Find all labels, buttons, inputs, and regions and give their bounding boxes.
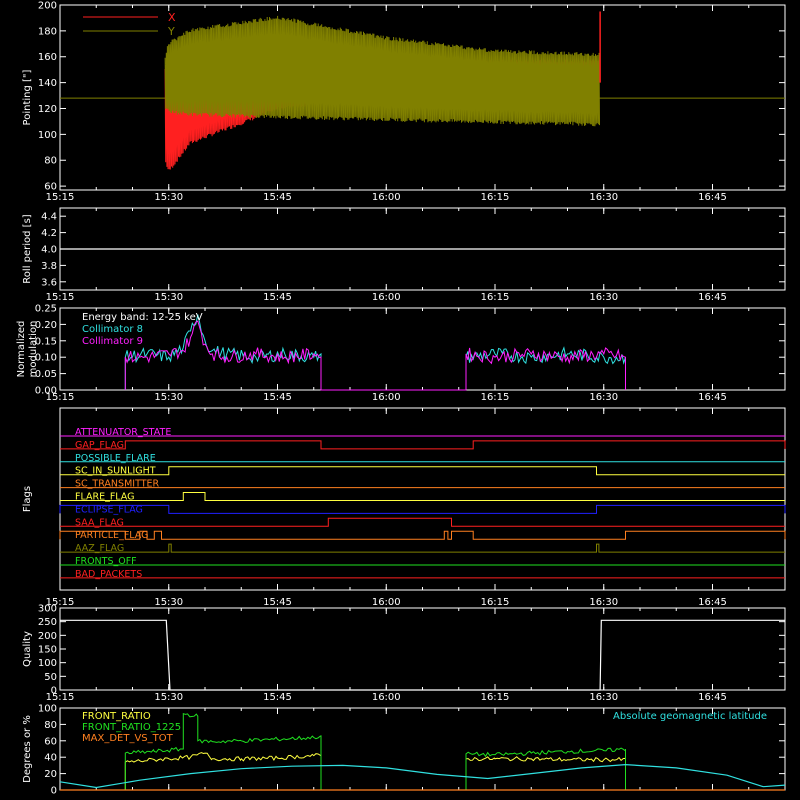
modulation-annotation: Energy band: 12-25 keV bbox=[82, 312, 203, 323]
modulation-xtick-label: 16:30 bbox=[589, 392, 618, 403]
flag-trace-saa-flag bbox=[60, 517, 785, 527]
flag-trace-eclipse-flag bbox=[59, 504, 786, 514]
quality-xtick-label: 16:15 bbox=[481, 692, 510, 703]
pointing-xtick-label: 15:45 bbox=[263, 192, 292, 203]
modulation-ytick-label: 0.25 bbox=[35, 304, 57, 315]
flags-xtick-label: 16:45 bbox=[698, 597, 727, 608]
quality-ytick-label: 250 bbox=[38, 617, 57, 628]
quality-ytick-label: 0 bbox=[51, 686, 57, 697]
roll_period-xtick-label: 16:30 bbox=[589, 292, 618, 303]
ratios-ylabel: Degrees or % bbox=[22, 715, 33, 783]
modulation-xtick-label: 16:15 bbox=[481, 392, 510, 403]
flag-trace-flare-flag bbox=[60, 492, 785, 501]
modulation-ylabel: Normalized bbox=[16, 321, 27, 378]
quality-ytick-label: 100 bbox=[38, 658, 57, 669]
roll_period-ytick-label: 4.4 bbox=[41, 212, 57, 223]
pointing-series-y bbox=[164, 15, 600, 127]
quality-ytick-label: 50 bbox=[44, 672, 57, 683]
pointing-ylabel: Pointing ["] bbox=[22, 69, 33, 125]
quality-series-quality bbox=[60, 619, 785, 691]
pointing-ytick-label: 180 bbox=[38, 26, 57, 37]
flag-trace-particle-flag bbox=[59, 530, 786, 540]
pointing-xtick-label: 16:15 bbox=[481, 192, 510, 203]
ratios-ytick-label: 60 bbox=[44, 736, 57, 747]
modulation-annotation: Collimator 8 bbox=[82, 324, 143, 335]
quality-ytick-label: 200 bbox=[38, 631, 57, 642]
ratios-right-annotation: Absolute geomagnetic latitude bbox=[613, 711, 767, 722]
modulation-series-collimator-9 bbox=[124, 320, 626, 391]
flag-trace-gap-flag bbox=[60, 440, 786, 450]
ratios-ytick-label: 80 bbox=[44, 720, 57, 731]
pointing-xtick-label: 15:30 bbox=[154, 192, 183, 203]
pointing-ytick-label: 200 bbox=[38, 1, 57, 12]
modulation-ytick-label: 0.00 bbox=[35, 386, 57, 397]
ratios-legend-label: MAX_DET_VS_TOT bbox=[82, 733, 174, 744]
modulation-ytick-label: 0.05 bbox=[35, 369, 57, 380]
pointing-ytick-label: 140 bbox=[38, 78, 57, 89]
roll_period-xtick-label: 16:00 bbox=[372, 292, 401, 303]
roll_period-ytick-label: 4.0 bbox=[41, 245, 57, 256]
pointing-ytick-label: 120 bbox=[38, 104, 57, 115]
roll_period-xtick-label: 15:45 bbox=[263, 292, 292, 303]
flags-xtick-label: 16:15 bbox=[481, 597, 510, 608]
modulation-ytick-label: 0.20 bbox=[35, 320, 57, 331]
ratios-ytick-label: 40 bbox=[44, 753, 57, 764]
pointing-ytick-label: 160 bbox=[38, 52, 57, 63]
quality-ylabel: Quality bbox=[22, 631, 33, 667]
modulation-xtick-label: 16:45 bbox=[698, 392, 727, 403]
pointing-xtick-label: 15:15 bbox=[46, 192, 75, 203]
roll_period-xtick-label: 16:45 bbox=[698, 292, 727, 303]
pointing-xtick-label: 16:45 bbox=[698, 192, 727, 203]
quality-xtick-label: 15:30 bbox=[154, 692, 183, 703]
ratios-ytick-label: 0 bbox=[51, 786, 57, 797]
modulation-series-collimator-8 bbox=[124, 314, 626, 391]
ratios-legend-label: FRONT_RATIO_1225 bbox=[82, 722, 181, 733]
roll_period-xtick-label: 16:15 bbox=[481, 292, 510, 303]
pointing-ytick-label: 100 bbox=[38, 130, 57, 141]
figure: 15:15 15:30 15:45 16:00 16:15 16:30 16:45 Point… bbox=[16, 1, 786, 797]
pointing-legend-label: Y bbox=[167, 25, 175, 38]
modulation-xtick-label: 15:45 bbox=[263, 392, 292, 403]
modulation-annotation: Collimator 9 bbox=[82, 336, 143, 347]
ratios-series-front-ratio-1225 bbox=[124, 713, 626, 791]
pointing-xtick-label: 16:30 bbox=[589, 192, 618, 203]
quality-xtick-label: 16:45 bbox=[698, 692, 727, 703]
pointing-ytick-label: 80 bbox=[44, 156, 57, 167]
modulation-xtick-label: 16:00 bbox=[372, 392, 401, 403]
quality-xtick-label: 15:45 bbox=[263, 692, 292, 703]
quality-ytick-label: 300 bbox=[38, 604, 57, 615]
roll_period-ylabel: Roll period [s] bbox=[22, 214, 33, 283]
roll_period-ytick-label: 4.2 bbox=[41, 228, 57, 239]
roll_period-ytick-label: 3.8 bbox=[41, 261, 57, 272]
roll_period-xtick-label: 15:30 bbox=[154, 292, 183, 303]
quality-xtick-label: 16:30 bbox=[589, 692, 618, 703]
ratios-ytick-label: 100 bbox=[38, 704, 57, 715]
quality-xtick-label: 16:00 bbox=[372, 692, 401, 703]
flags-xtick-label: 16:00 bbox=[372, 597, 401, 608]
quality-ytick-label: 150 bbox=[38, 645, 57, 656]
pointing-legend-label: X bbox=[168, 11, 176, 24]
modulation-xtick-label: 15:30 bbox=[154, 392, 183, 403]
flags-xtick-label: 16:30 bbox=[589, 597, 618, 608]
modulation-ytick-label: 0.10 bbox=[35, 353, 57, 364]
flags-xtick-label: 15:45 bbox=[263, 597, 292, 608]
roll_period-ytick-label: 3.6 bbox=[41, 277, 57, 288]
pointing-ytick-label: 60 bbox=[44, 182, 57, 193]
ratios-ytick-label: 20 bbox=[44, 769, 57, 780]
flags-xtick-label: 15:30 bbox=[154, 597, 183, 608]
roll_period-xtick-label: 15:15 bbox=[46, 292, 75, 303]
ratios-legend-label: FRONT_RATIO bbox=[82, 711, 151, 722]
pointing-xtick-label: 16:00 bbox=[372, 192, 401, 203]
modulation-ytick-label: 0.15 bbox=[35, 336, 57, 347]
flag-label-eclipse-flag: ECLIPSE_FLAG bbox=[75, 504, 143, 515]
flag-trace-aaz-flag bbox=[60, 543, 785, 553]
flag-trace-sc-in-sunlight bbox=[60, 466, 785, 476]
flags-ylabel: Flags bbox=[22, 486, 33, 512]
